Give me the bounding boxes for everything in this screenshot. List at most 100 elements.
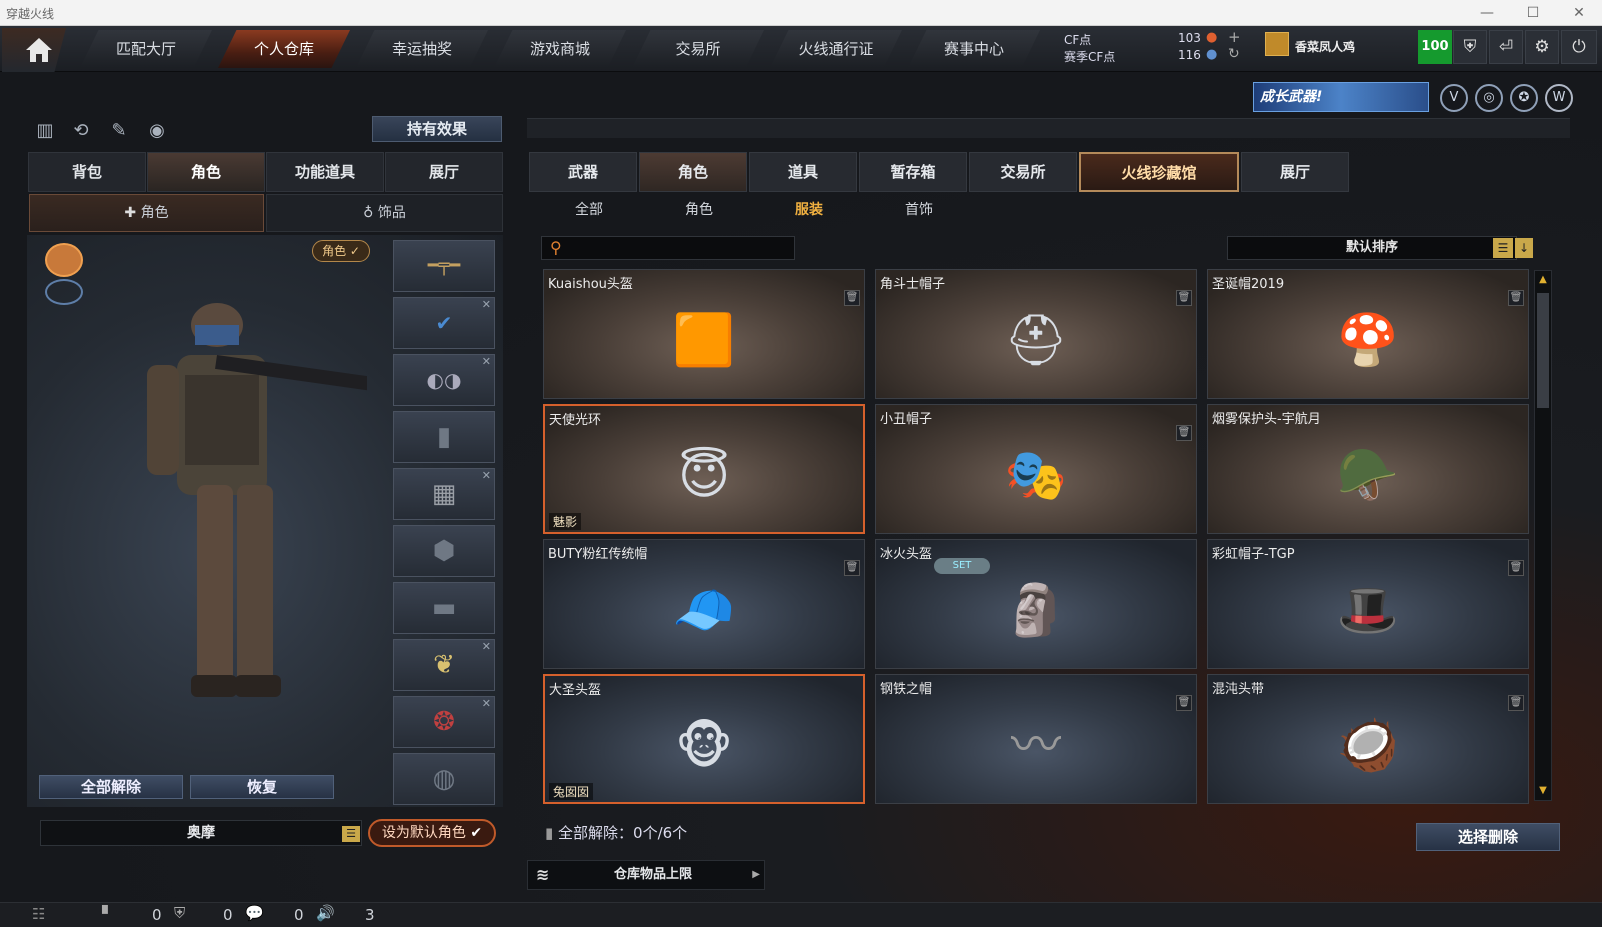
role-badge: 角色 ✓ — [312, 240, 370, 262]
search-input[interactable]: ⚲ — [541, 236, 795, 260]
item-card[interactable]: 冰火头盔 SET 🗿 — [875, 539, 1197, 669]
sort-dropdown[interactable]: 默认排序 — [1227, 236, 1517, 260]
item-card[interactable]: 圣诞帽2019 🗑 🍄 — [1207, 269, 1529, 399]
expand-arrow-icon: ▶ — [752, 869, 760, 880]
slot-back[interactable]: ⬢ — [393, 525, 495, 577]
item-card[interactable]: Kuaishou头盔 🗑 🟧 — [543, 269, 865, 399]
tab-storage[interactable]: 暂存箱 — [859, 152, 967, 192]
scroll-thumb[interactable] — [1537, 293, 1549, 408]
stats-icon[interactable]: ▥ — [32, 118, 58, 144]
friends-icon[interactable]: ▘ — [102, 905, 114, 923]
tab-backpack[interactable]: 背包 — [28, 152, 146, 192]
wing-badge-icon[interactable]: W — [1545, 84, 1573, 112]
subtab-role[interactable]: ✚ 角色 — [29, 194, 264, 232]
player-rank-icon — [1265, 32, 1289, 56]
slot-ring[interactable]: ◍ — [393, 753, 495, 805]
shield-icon[interactable]: ⛨ — [1453, 30, 1487, 64]
refresh-icon[interactable]: ↻ — [1228, 46, 1240, 62]
filter-jewelry[interactable]: 首饰 — [874, 198, 964, 222]
scroll-down-icon[interactable]: ▼ — [1535, 782, 1551, 800]
slot-legs[interactable]: ▬ — [393, 582, 495, 634]
maximize-button[interactable]: ☐ — [1516, 3, 1550, 23]
chat-icon[interactable]: 💬 — [245, 904, 264, 922]
item-card[interactable]: BUTY粉红传统帽 🗑 🧢 — [543, 539, 865, 669]
capacity-limit-button[interactable]: ≋ 仓库物品上限 ▶ — [527, 860, 765, 890]
tab-match-hall[interactable]: 匹配大厅 — [80, 30, 212, 68]
return-icon[interactable]: ⏎ — [1489, 30, 1523, 64]
tab-characters[interactable]: 角色 — [639, 152, 747, 192]
player-name[interactable]: 香菜凤人鸡 — [1295, 38, 1355, 55]
select-delete-button[interactable]: 选择删除 — [1416, 823, 1560, 851]
filter-character[interactable]: 角色 — [654, 198, 744, 222]
slot-accessory-1[interactable]: ✕ ❦ — [393, 639, 495, 691]
item-card[interactable]: 彩虹帽子-TGP 🗑 🎩 — [1207, 539, 1529, 669]
clan-count: 0 — [223, 906, 233, 924]
close-button[interactable]: ✕ — [1562, 3, 1596, 23]
rank-badge-icon[interactable]: V — [1440, 84, 1468, 112]
item-card[interactable]: 混沌头带 🗑 🥥 — [1207, 674, 1529, 804]
tab-collection[interactable]: 火线珍藏馆 — [1079, 152, 1239, 192]
globe-badge-icon[interactable]: ◎ — [1475, 84, 1503, 112]
tab-personal-warehouse[interactable]: 个人仓库 — [218, 30, 350, 68]
item-card[interactable]: 小丑帽子 🗑 🎭 — [875, 404, 1197, 534]
minimize-button[interactable]: — — [1470, 3, 1504, 23]
menu-icon[interactable]: ☷ — [32, 905, 45, 923]
tab-game-mall[interactable]: 游戏商城 — [494, 30, 626, 68]
power-icon[interactable]: ⏻ — [1561, 30, 1597, 64]
unequip-all-button[interactable]: 全部解除 — [39, 775, 183, 799]
item-card[interactable]: 大圣头盔 🐵 兔囡囡 — [543, 674, 865, 804]
character-edit-icon[interactable]: ✎ — [106, 118, 132, 144]
slot-body[interactable]: ▮ — [393, 411, 495, 463]
slot-accessory-2[interactable]: ✕ ❂ — [393, 696, 495, 748]
filter-clothing[interactable]: 服装 — [764, 198, 854, 222]
slot-face[interactable]: ✕ ◐◑ — [393, 354, 495, 406]
faction-alt-icon[interactable] — [45, 279, 83, 305]
set-default-role-button[interactable]: 设为默认角色 ✔ — [368, 819, 496, 847]
clan-shield-icon[interactable]: ⛨ — [174, 904, 185, 922]
sort-order-icon[interactable]: ↓ — [1515, 238, 1533, 258]
slot-head[interactable]: ✕ ✔ — [393, 297, 495, 349]
subtab-accessories[interactable]: ♁ 饰品 — [266, 194, 503, 232]
faction-icon[interactable] — [45, 243, 83, 277]
tab-weapons[interactable]: 武器 — [529, 152, 637, 192]
item-name: 钢铁之帽 — [880, 682, 933, 697]
item-card[interactable]: 角斗士帽子 🗑 ⛑ — [875, 269, 1197, 399]
slot-vest[interactable]: ✕ ▦ — [393, 468, 495, 520]
restore-button[interactable]: 恢复 — [190, 775, 334, 799]
speaker-icon[interactable]: 🔊 — [316, 904, 335, 922]
growth-weapon-banner[interactable]: 成长武器! — [1253, 82, 1429, 112]
set-default-label: 设为默认角色 — [381, 825, 466, 841]
tab-role[interactable]: 角色 — [147, 152, 265, 192]
gear-icon[interactable]: ⚙ — [1525, 30, 1559, 64]
history-icon[interactable]: ⟲ — [68, 118, 94, 144]
star-badge-icon[interactable]: ✪ — [1510, 84, 1538, 112]
tab-event-center[interactable]: 赛事中心 — [908, 30, 1040, 68]
season-cf-value: 116 — [1178, 48, 1201, 62]
tab-function-items[interactable]: 功能道具 — [266, 152, 384, 192]
level-badge[interactable]: 100 — [1418, 30, 1452, 64]
filter-all[interactable]: 全部 — [544, 198, 634, 222]
scroll-up-icon[interactable]: ▲ — [1535, 271, 1551, 289]
item-card[interactable]: 烟雾保护头-宇航月 🪖 — [1207, 404, 1529, 534]
cf-label: CF点 — [1064, 33, 1092, 47]
grenade-icon[interactable]: ◉ — [144, 118, 170, 144]
item-scrollbar[interactable]: ▲ ▼ — [1534, 270, 1552, 801]
effects-button[interactable]: 持有效果 — [372, 116, 502, 142]
tab-lucky-draw[interactable]: 幸运抽奖 — [356, 30, 488, 68]
slot-weapon[interactable]: ━╤━ — [393, 240, 495, 292]
role-name-field[interactable]: 奥摩 — [40, 820, 362, 846]
add-cf-icon[interactable]: + — [1228, 28, 1241, 46]
role-menu-icon[interactable]: ☰ — [342, 826, 360, 842]
item-card[interactable]: 钢铁之帽 🗑 〰 — [875, 674, 1197, 804]
tab-gallery[interactable]: 展厅 — [1241, 152, 1349, 192]
item-card[interactable]: 天使光环 😇 魅影 — [543, 404, 865, 534]
tab-battle-pass[interactable]: 火线通行证 — [770, 30, 902, 68]
search-icon: ⚲ — [550, 238, 562, 257]
tab-items[interactable]: 道具 — [749, 152, 857, 192]
cf-coin-icon: ● — [1206, 30, 1218, 45]
tab-showroom[interactable]: 展厅 — [385, 152, 503, 192]
tab-trade[interactable]: 交易所 — [969, 152, 1077, 192]
tab-exchange[interactable]: 交易所 — [632, 30, 764, 68]
dragon-ornament-icon: ❦ — [433, 650, 455, 680]
sort-menu-icon[interactable]: ☰ — [1493, 238, 1513, 258]
